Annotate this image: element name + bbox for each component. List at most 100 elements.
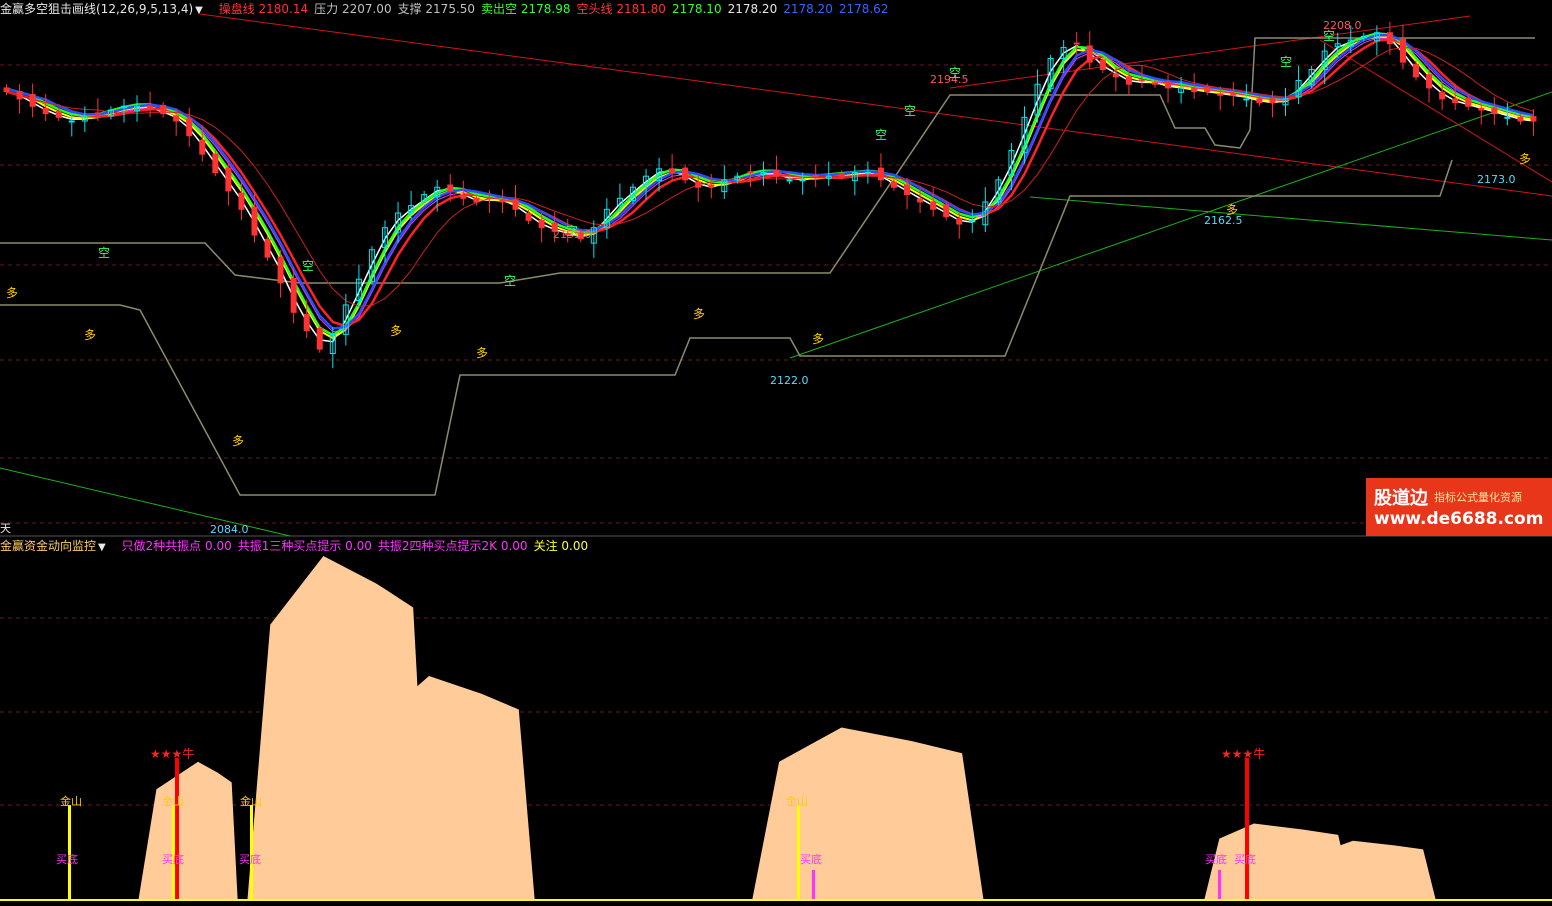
candle-body (460, 194, 467, 199)
candle-body (1452, 98, 1459, 104)
bull-star-label: ★★★牛 (150, 747, 195, 761)
candle-body (1413, 63, 1420, 78)
gold-mountain-label: 金山 (60, 795, 82, 808)
candle-body (890, 181, 897, 188)
candle-body (1138, 79, 1145, 82)
candle-body (42, 107, 49, 115)
candle-body (799, 179, 806, 182)
upper-indicator-3: 卖出空 2178.98 (481, 2, 571, 16)
candle-body (1073, 42, 1080, 45)
candle-body (94, 112, 101, 115)
watermark-badge: 股道边 指标公式量化资源 www.de6688.com (1366, 478, 1552, 536)
chevron-down-icon[interactable]: ▼ (195, 5, 203, 16)
bear-marker: 空 (98, 246, 111, 260)
candle-body (1256, 98, 1263, 104)
candle-body (1478, 107, 1485, 111)
candle-body (486, 197, 493, 200)
candle-body (1204, 86, 1211, 93)
upper-indicator-8: 2178.62 (838, 2, 889, 16)
lower-indicator-values: 只做2种共振点 0.00 共振1三种买点提示 0.00 共振2四种买点提示2K 0.… (122, 539, 595, 553)
candle-body (1530, 116, 1537, 122)
candle-body (747, 171, 754, 174)
candle-body (864, 172, 871, 175)
candle-body (538, 219, 545, 229)
buy-bottom-label: 买底 (1234, 853, 1256, 866)
candle-body (1465, 97, 1472, 107)
candle-body (1426, 74, 1433, 89)
chevron-down-icon[interactable]: ▼ (98, 542, 106, 553)
bull-marker: 多 (390, 324, 403, 338)
candle-body (1243, 98, 1250, 101)
lower-channel-line (1029, 196, 1552, 241)
price-label-low: 2084.0 (210, 523, 249, 536)
bear-marker: 空 (1280, 55, 1293, 69)
candle-body (3, 87, 10, 93)
candle-body (1439, 91, 1446, 100)
upper-indicator-0: 操盘线 2180.14 (218, 2, 309, 16)
candle-body (1086, 45, 1093, 63)
buy-signal-bar (1218, 870, 1221, 899)
candle-body (238, 192, 245, 210)
candle-body (303, 314, 310, 332)
candle-body (1112, 73, 1119, 78)
candle-body (1125, 76, 1132, 85)
period-label: 天 (0, 522, 11, 535)
upper-header: 金赢多空狙击画线(12,26,9,5,13,4) ▼ 操盘线 2180.14 压力 … (0, 0, 900, 18)
resistance-trendline (199, 13, 1552, 197)
price-label-low: 2122.0 (770, 374, 809, 387)
bear-marker: 空 (904, 104, 917, 118)
candle-body (264, 238, 271, 258)
bear-marker: 空 (302, 259, 315, 273)
buy-signal-bar (812, 870, 815, 899)
lower-header: 金赢资金动向监控 ▼ 只做2种共振点 0.00 共振1三种买点提示 0.00 共振2四… (0, 537, 600, 555)
candle-body (1269, 97, 1276, 104)
candle-body (290, 277, 297, 313)
gold-mountain-label: 金山 (786, 795, 808, 808)
buy-bottom-label: 买底 (800, 853, 822, 866)
bull-marker: 多 (232, 434, 245, 448)
buy-bottom-label: 买底 (239, 853, 261, 866)
upper-indicator-7: 2178.20 (783, 2, 833, 16)
candle-body (499, 199, 506, 203)
bear-marker: 空 (504, 274, 517, 288)
ma-yellow-line (6, 35, 1534, 340)
bear-marker: 空 (1323, 29, 1336, 43)
candle-body (16, 91, 23, 100)
candle-body (199, 139, 206, 155)
bull-marker: 多 (1226, 203, 1239, 217)
bull-marker: 多 (812, 332, 825, 346)
watermark-brand: 股道边 (1374, 488, 1428, 509)
candle-body (316, 327, 323, 350)
lower-title[interactable]: 金赢资金动向监控 (0, 539, 96, 553)
candle-body (786, 179, 793, 182)
ma-white-line (6, 33, 1534, 343)
bull-marker: 多 (84, 328, 97, 342)
candle-body (55, 110, 62, 118)
resistance-step-line (0, 37, 1535, 284)
candle-body (525, 213, 532, 221)
candle-body (877, 167, 884, 181)
candle-body (812, 174, 819, 177)
candle-body (1152, 82, 1158, 85)
candle-body (943, 204, 950, 218)
candle-body (173, 115, 180, 122)
candle-body (1517, 116, 1524, 122)
candle-body (512, 199, 519, 210)
upper-indicator-6: 2178.20 (727, 2, 778, 16)
support-trendline (789, 91, 1552, 359)
candle-body (1191, 87, 1198, 93)
lower-indicator-0: 只做2种共振点 0.00 (121, 539, 232, 553)
chart-canvas (0, 13, 1552, 901)
candle-body (695, 181, 702, 188)
candle-body (29, 94, 36, 107)
candle-body (917, 198, 924, 203)
upper-title[interactable]: 金赢多空狙击画线(12,26,9,5,13,4) (0, 2, 193, 16)
bull-star-label: ★★★牛 (1221, 747, 1266, 761)
bull-marker: 多 (6, 286, 19, 300)
fan-line (949, 15, 1471, 89)
gold-mountain-label: 金山 (240, 795, 262, 808)
candle-body (669, 168, 676, 174)
watermark-tagline: 指标公式量化资源 (1434, 491, 1522, 504)
candle-body (708, 184, 715, 188)
bull-marker: 多 (476, 346, 489, 360)
